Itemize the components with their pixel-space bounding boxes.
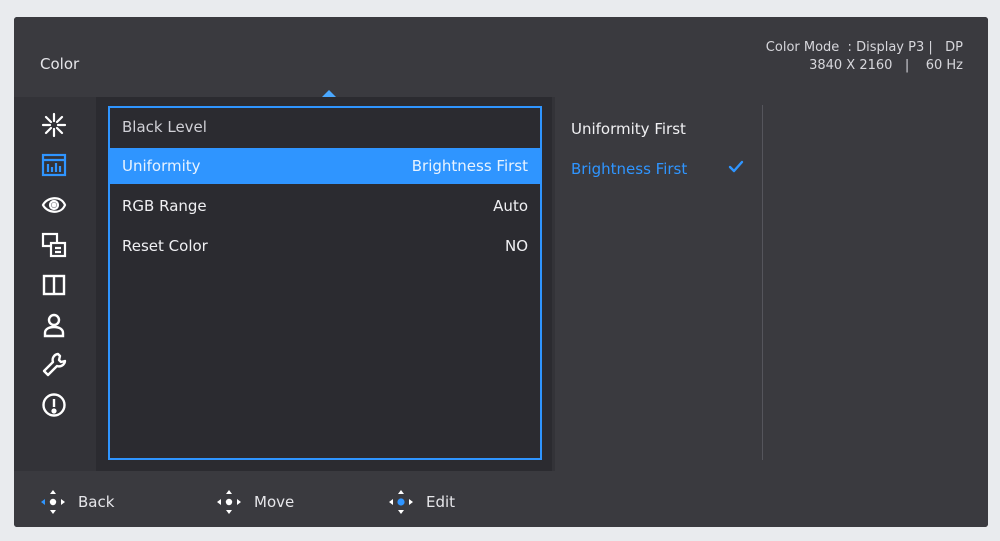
input-switch-icon[interactable] — [38, 229, 70, 261]
eye-target-icon[interactable] — [38, 189, 70, 221]
option-brightness-first[interactable]: Brightness First — [571, 160, 687, 178]
color-mode-status: Color Mode : Display P3 | DP — [765, 40, 963, 55]
page-title: Color — [40, 55, 80, 73]
menu-item-black-level[interactable]: Black Level — [110, 109, 540, 145]
divider — [762, 105, 763, 460]
menu-item-uniformity[interactable]: Uniformity Brightness First — [110, 148, 540, 184]
menu-item-rgb-range[interactable]: RGB Range Auto — [110, 188, 540, 224]
status-info: Color Mode : Display P3 | DP 3840 X 2160… — [766, 39, 963, 75]
checkmark-icon — [728, 160, 744, 173]
back-label: Back — [78, 493, 115, 511]
wrench-icon[interactable] — [38, 349, 70, 381]
dpad-edit-icon — [389, 490, 413, 514]
caret-up-icon — [322, 90, 336, 97]
menu-item-value: Auto — [493, 197, 528, 215]
move-button[interactable]: Move — [214, 487, 294, 517]
split-screen-icon[interactable] — [38, 269, 70, 301]
menu-item-reset-color[interactable]: Reset Color NO — [110, 228, 540, 264]
footer: Back Move Edit — [14, 471, 988, 527]
menu-item-value: NO — [504, 237, 528, 255]
back-button[interactable]: Back — [38, 487, 114, 517]
edit-label: Edit — [426, 493, 456, 511]
resolution-status: 3840 X 2160 | 60 Hz — [809, 58, 963, 73]
edit-button[interactable]: Edit — [386, 487, 455, 517]
color-bars-icon[interactable] — [38, 149, 70, 181]
menu-item-label: Uniformity — [122, 157, 201, 175]
info-icon[interactable] — [38, 389, 70, 421]
menu-item-value: Brightness First — [411, 157, 528, 175]
dpad-move-icon — [217, 490, 241, 514]
menu-item-label: Reset Color — [122, 237, 208, 255]
header: Color Color Mode : Display P3 | DP 3840 … — [14, 17, 988, 97]
sidebar — [14, 97, 94, 471]
menu-item-label: RGB Range — [122, 197, 207, 215]
move-label: Move — [254, 493, 295, 511]
options-panel: Uniformity First Brightness First — [555, 97, 988, 471]
person-icon[interactable] — [38, 309, 70, 341]
brightness-icon[interactable] — [38, 109, 70, 141]
dpad-back-icon — [41, 490, 65, 514]
option-uniformity-first[interactable]: Uniformity First — [571, 120, 686, 138]
menu-item-label: Black Level — [122, 118, 207, 136]
menu-list: Black Level Uniformity Brightness First … — [108, 106, 542, 460]
menu-panel: Black Level Uniformity Brightness First … — [96, 97, 552, 471]
osd-window: Color Color Mode : Display P3 | DP 3840 … — [14, 17, 988, 527]
